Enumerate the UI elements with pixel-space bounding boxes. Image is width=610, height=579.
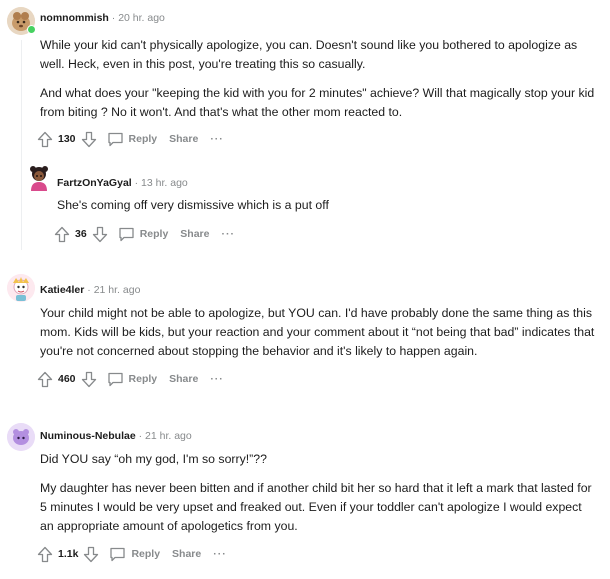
comment-paragraph: Did YOU say “oh my god, I'm so sorry!”?? xyxy=(40,452,267,466)
vote-group: 460 xyxy=(37,371,97,388)
comment-fartzonyagyal: FartzOnYaGyal · 13 hr. ago She's coming … xyxy=(0,160,610,255)
timestamp[interactable]: 13 hr. ago xyxy=(141,177,188,189)
reply-label: Reply xyxy=(131,548,161,560)
upvote-icon[interactable] xyxy=(37,546,53,563)
user-avatar[interactable] xyxy=(7,274,35,302)
reply-button[interactable]: Reply xyxy=(107,131,158,147)
more-options-button[interactable]: ··· xyxy=(210,373,224,385)
meta-separator: · xyxy=(87,284,91,296)
comment-paragraph: And what does your "keeping the kid with… xyxy=(40,86,595,119)
avatar-image xyxy=(7,423,35,451)
meta-separator: · xyxy=(134,177,139,189)
upvote-icon[interactable] xyxy=(37,131,53,148)
reply-button[interactable]: Reply xyxy=(118,226,169,242)
downvote-icon[interactable] xyxy=(81,371,97,388)
vote-score: 460 xyxy=(58,373,76,385)
reply-button[interactable]: Reply xyxy=(107,371,158,387)
comment-meta: nomnommish · 20 hr. ago xyxy=(40,12,165,24)
reply-label: Reply xyxy=(139,228,169,240)
comment-bubble-icon xyxy=(107,132,123,147)
vote-score: 130 xyxy=(58,133,76,145)
timestamp[interactable]: 20 hr. ago xyxy=(118,12,165,24)
comment-paragraph: While your kid can't physically apologiz… xyxy=(40,38,578,71)
comment-meta: Numinous-Nebulae · 21 hr. ago xyxy=(40,430,192,442)
vote-group: 1.1k xyxy=(37,546,99,563)
timestamp[interactable]: 21 hr. ago xyxy=(145,430,192,442)
online-indicator xyxy=(27,25,36,34)
user-avatar[interactable] xyxy=(27,165,51,191)
upvote-icon[interactable] xyxy=(54,226,70,243)
comment-paragraph: My daughter has never been bitten and if… xyxy=(40,481,592,533)
share-button[interactable]: Share xyxy=(172,548,201,560)
user-avatar[interactable] xyxy=(7,423,35,451)
comment-katie4ler: Katie4ler · 21 hr. ago Your child might … xyxy=(0,268,610,398)
more-options-button[interactable]: ··· xyxy=(213,548,227,560)
reply-button[interactable]: Reply xyxy=(109,546,160,562)
username[interactable]: FartzOnYaGyal xyxy=(57,177,132,189)
comment-body: Did YOU say “oh my god, I'm so sorry!”??… xyxy=(40,450,595,536)
share-button[interactable]: Share xyxy=(169,373,198,385)
comment-numinous-nebulae: Numinous-Nebulae · 21 hr. ago Did YOU sa… xyxy=(0,420,610,579)
meta-separator: · xyxy=(138,430,143,442)
upvote-icon[interactable] xyxy=(37,371,53,388)
vote-score: 1.1k xyxy=(58,548,79,560)
more-options-button[interactable]: ··· xyxy=(210,133,224,145)
downvote-icon[interactable] xyxy=(81,131,97,148)
vote-score: 36 xyxy=(75,228,87,240)
comment-actions: 36 Reply Share ··· xyxy=(54,225,235,243)
share-button[interactable]: Share xyxy=(169,133,198,145)
comment-bubble-icon xyxy=(119,227,134,242)
downvote-icon[interactable] xyxy=(83,546,99,563)
comment-body: While your kid can't physically apologiz… xyxy=(40,36,595,122)
comment-meta: Katie4ler · 21 hr. ago xyxy=(40,284,140,296)
username[interactable]: Numinous-Nebulae xyxy=(40,430,136,442)
comment-nomnommish: nomnommish · 20 hr. ago While your kid c… xyxy=(0,0,610,160)
comment-actions: 460 Reply Share ··· xyxy=(37,370,224,388)
vote-group: 130 xyxy=(37,131,97,148)
share-button[interactable]: Share xyxy=(180,228,209,240)
comment-bubble-icon xyxy=(107,372,123,387)
timestamp[interactable]: 21 hr. ago xyxy=(94,284,141,296)
comment-actions: 1.1k Reply Share ··· xyxy=(37,545,227,563)
reply-label: Reply xyxy=(128,373,158,385)
avatar-image xyxy=(30,166,48,191)
reply-label: Reply xyxy=(128,133,158,145)
avatar-image xyxy=(7,274,35,302)
downvote-icon[interactable] xyxy=(92,226,108,243)
vote-group: 36 xyxy=(54,226,108,243)
username[interactable]: nomnommish xyxy=(40,12,109,24)
comment-body: Your child might not be able to apologiz… xyxy=(40,304,595,361)
comment-paragraph: Your child might not be able to apologiz… xyxy=(40,306,595,358)
meta-separator: · xyxy=(111,12,116,24)
comment-actions: 130 Reply Share ··· xyxy=(37,130,224,148)
comment-meta: FartzOnYaGyal · 13 hr. ago xyxy=(57,177,188,189)
comment-body: She's coming off very dismissive which i… xyxy=(57,196,597,215)
comment-paragraph: She's coming off very dismissive which i… xyxy=(57,198,329,212)
comment-bubble-icon xyxy=(110,547,126,562)
more-options-button[interactable]: ··· xyxy=(221,228,235,240)
username[interactable]: Katie4ler xyxy=(40,284,84,296)
